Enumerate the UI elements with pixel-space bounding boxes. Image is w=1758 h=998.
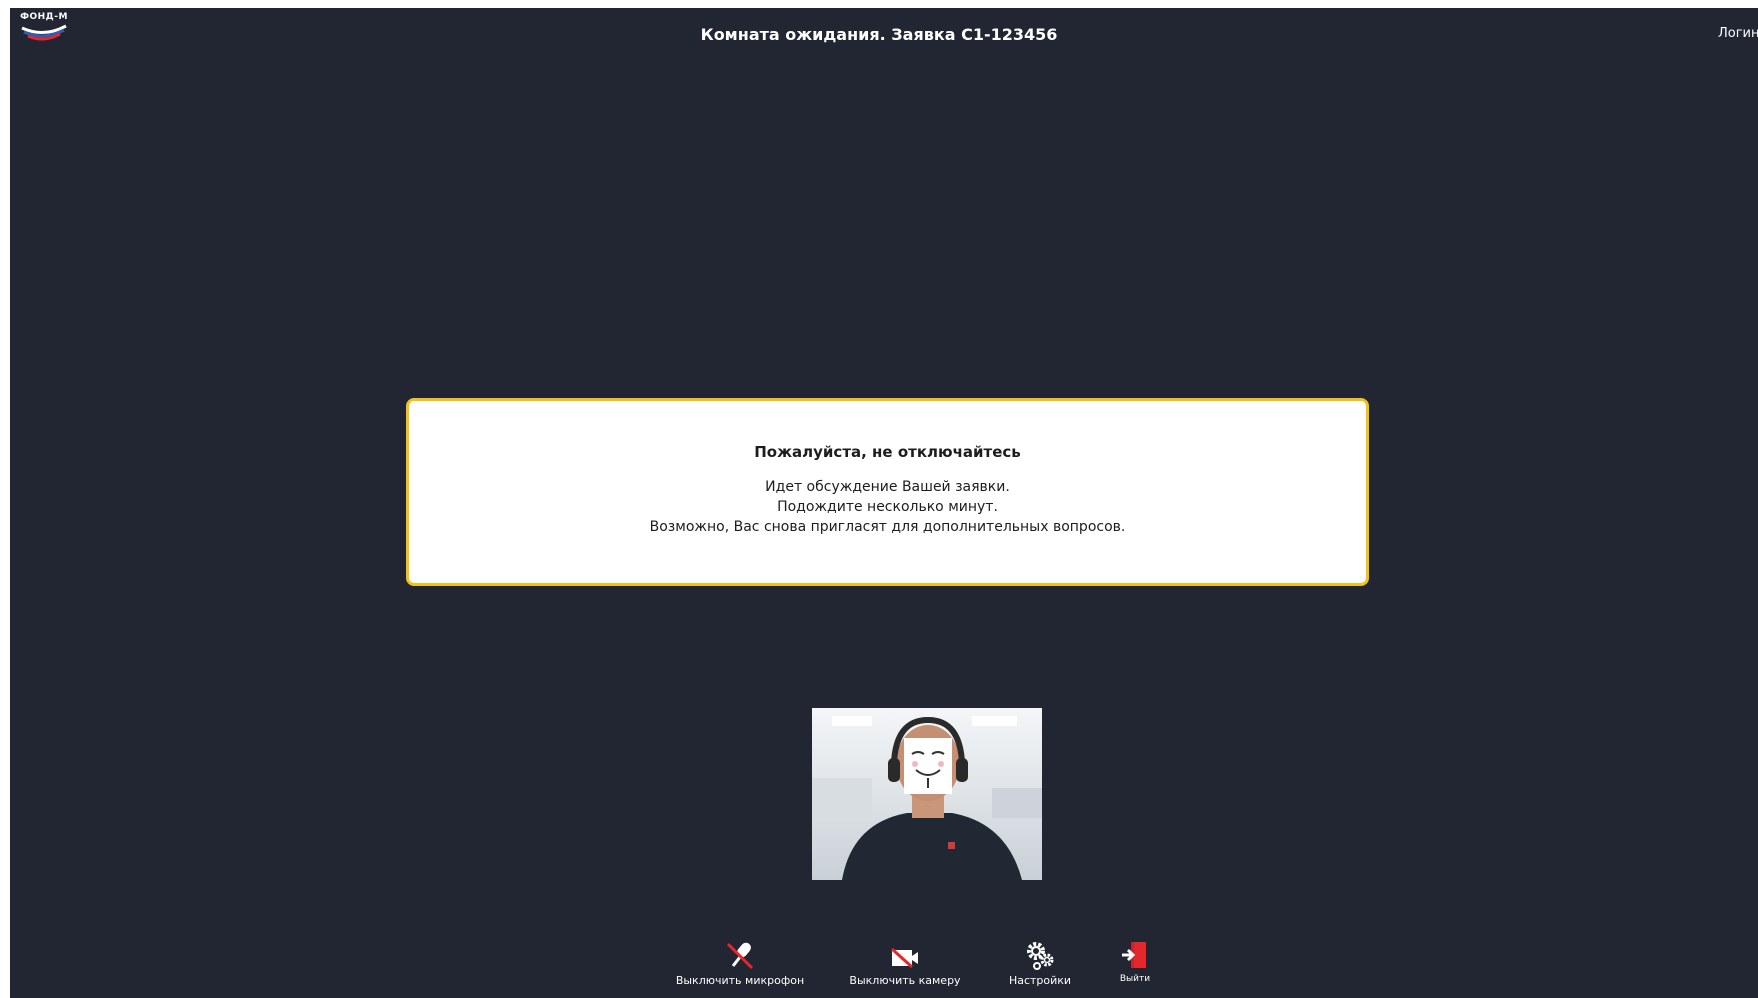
exit-door-icon <box>1110 940 1160 970</box>
notice-line: Идет обсуждение Вашей заявки. <box>765 479 1010 495</box>
exit-label: Выйти <box>1119 974 1151 984</box>
page-title: Комната ожидания. Заявка С1-123456 <box>700 25 1058 44</box>
notice-line: Подождите несколько минут. <box>777 499 998 515</box>
notice-line: Возможно, Вас снова пригласят для дополн… <box>649 519 1126 535</box>
exit-button[interactable]: Выйти <box>1110 940 1160 984</box>
disable-camera-label: Выключить камеру <box>849 974 961 987</box>
self-video-preview <box>812 708 1042 880</box>
camera-feed-image <box>812 708 1042 880</box>
settings-label: Настройки <box>1008 974 1072 987</box>
video-call-window: ФОНД-М Комната ожидания. Заявка С1-12345… <box>10 8 1758 998</box>
mic-off-icon <box>670 940 810 970</box>
settings-button[interactable]: Настройки <box>995 940 1085 987</box>
mute-microphone-button[interactable]: Выключить микрофон <box>670 940 810 987</box>
camera-off-icon <box>840 940 970 970</box>
notice-title: Пожалуйста, не отключайтесь <box>754 443 1021 461</box>
gears-icon <box>995 940 1085 970</box>
logo-text: ФОНД-М <box>20 12 68 22</box>
notice-body: Идет обсуждение Вашей заявки. Подождите … <box>409 477 1366 537</box>
disable-camera-button[interactable]: Выключить камеру <box>840 940 970 987</box>
waiting-notice: Пожалуйста, не отключайтесь Идет обсужде… <box>406 398 1369 586</box>
login-link[interactable]: Логин <box>1718 26 1758 41</box>
mute-microphone-label: Выключить микрофон <box>675 974 805 987</box>
